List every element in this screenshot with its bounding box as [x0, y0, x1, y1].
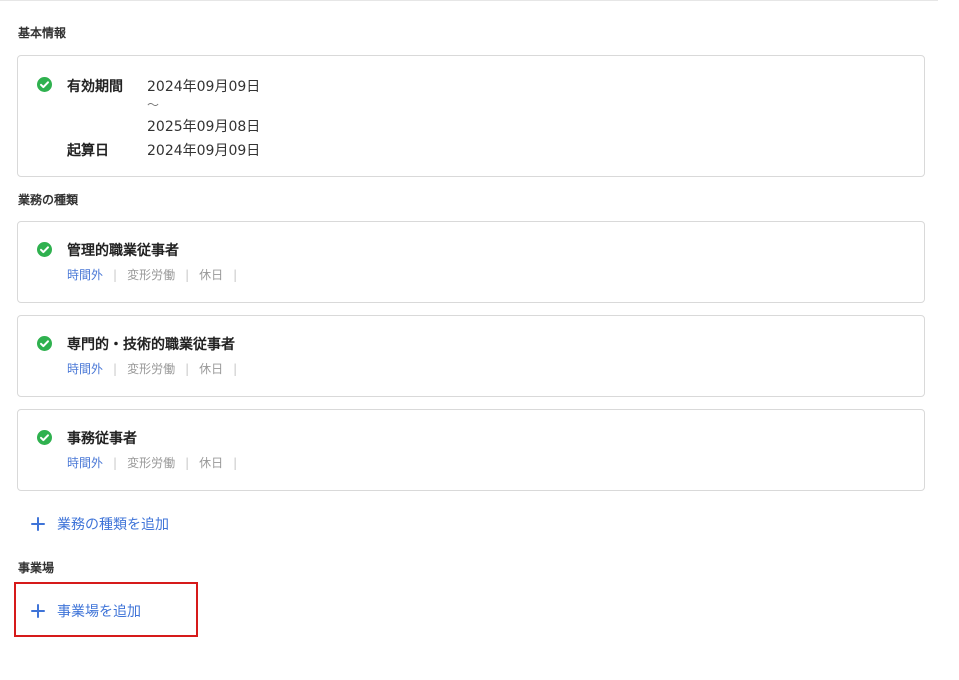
tag-separator: | [185, 455, 190, 470]
tag-separator: | [113, 361, 118, 376]
job-type-tags: 時間外 | 変形労働 | 休日 | [67, 266, 247, 283]
validity-tilde: ～ [147, 98, 160, 112]
tag-separator: | [185, 361, 190, 376]
job-type-tags: 時間外 | 変形労働 | 休日 | [67, 360, 247, 377]
check-circle-icon [37, 336, 52, 351]
tag-holiday: 休日 [199, 362, 224, 376]
validity-end-date: 2025年09月08日 [147, 119, 261, 135]
add-job-type-button[interactable]: 業務の種類を追加 [31, 514, 169, 534]
tag-separator: | [233, 267, 238, 282]
basic-info-card: 有効期間 2024年09月09日 ～ 2025年09月08日 起算日 2024年… [17, 55, 925, 177]
tag-holiday: 休日 [199, 268, 224, 282]
job-type-title: 管理的職業従事者 [67, 243, 179, 259]
tag-variable-labor: 変形労働 [127, 268, 176, 282]
base-date-label: 起算日 [67, 143, 109, 159]
job-type-title: 専門的・技術的職業従事者 [67, 337, 235, 353]
workplace-section-title: 事業場 [18, 561, 55, 575]
job-type-card[interactable]: 事務従事者 時間外 | 変形労働 | 休日 | [17, 409, 925, 491]
tag-overtime: 時間外 [67, 268, 104, 282]
plus-icon [31, 517, 45, 531]
tag-holiday: 休日 [199, 456, 224, 470]
job-type-card[interactable]: 専門的・技術的職業従事者 時間外 | 変形労働 | 休日 | [17, 315, 925, 397]
tag-separator: | [233, 361, 238, 376]
job-type-tags: 時間外 | 変形労働 | 休日 | [67, 454, 247, 471]
validity-period-label: 有効期間 [67, 79, 123, 95]
tag-variable-labor: 変形労働 [127, 362, 176, 376]
check-circle-icon [37, 242, 52, 257]
check-circle-icon [37, 430, 52, 445]
base-date-value: 2024年09月09日 [147, 143, 261, 159]
page: 基本情報 有効期間 2024年09月09日 ～ 2025年09月08日 起算日 … [0, 0, 959, 680]
tag-overtime: 時間外 [67, 456, 104, 470]
job-type-title: 事務従事者 [67, 431, 137, 447]
tag-separator: | [113, 455, 118, 470]
add-job-type-label: 業務の種類を追加 [57, 517, 169, 533]
tag-separator: | [233, 455, 238, 470]
job-types-section-title: 業務の種類 [18, 193, 79, 207]
job-type-card[interactable]: 管理的職業従事者 時間外 | 変形労働 | 休日 | [17, 221, 925, 303]
highlight-box [14, 582, 198, 637]
validity-start-date: 2024年09月09日 [147, 79, 261, 95]
basic-info-section-title: 基本情報 [18, 26, 67, 40]
top-divider [0, 0, 938, 1]
tag-overtime: 時間外 [67, 362, 104, 376]
check-circle-icon [37, 77, 52, 92]
tag-separator: | [185, 267, 190, 282]
tag-separator: | [113, 267, 118, 282]
tag-variable-labor: 変形労働 [127, 456, 176, 470]
